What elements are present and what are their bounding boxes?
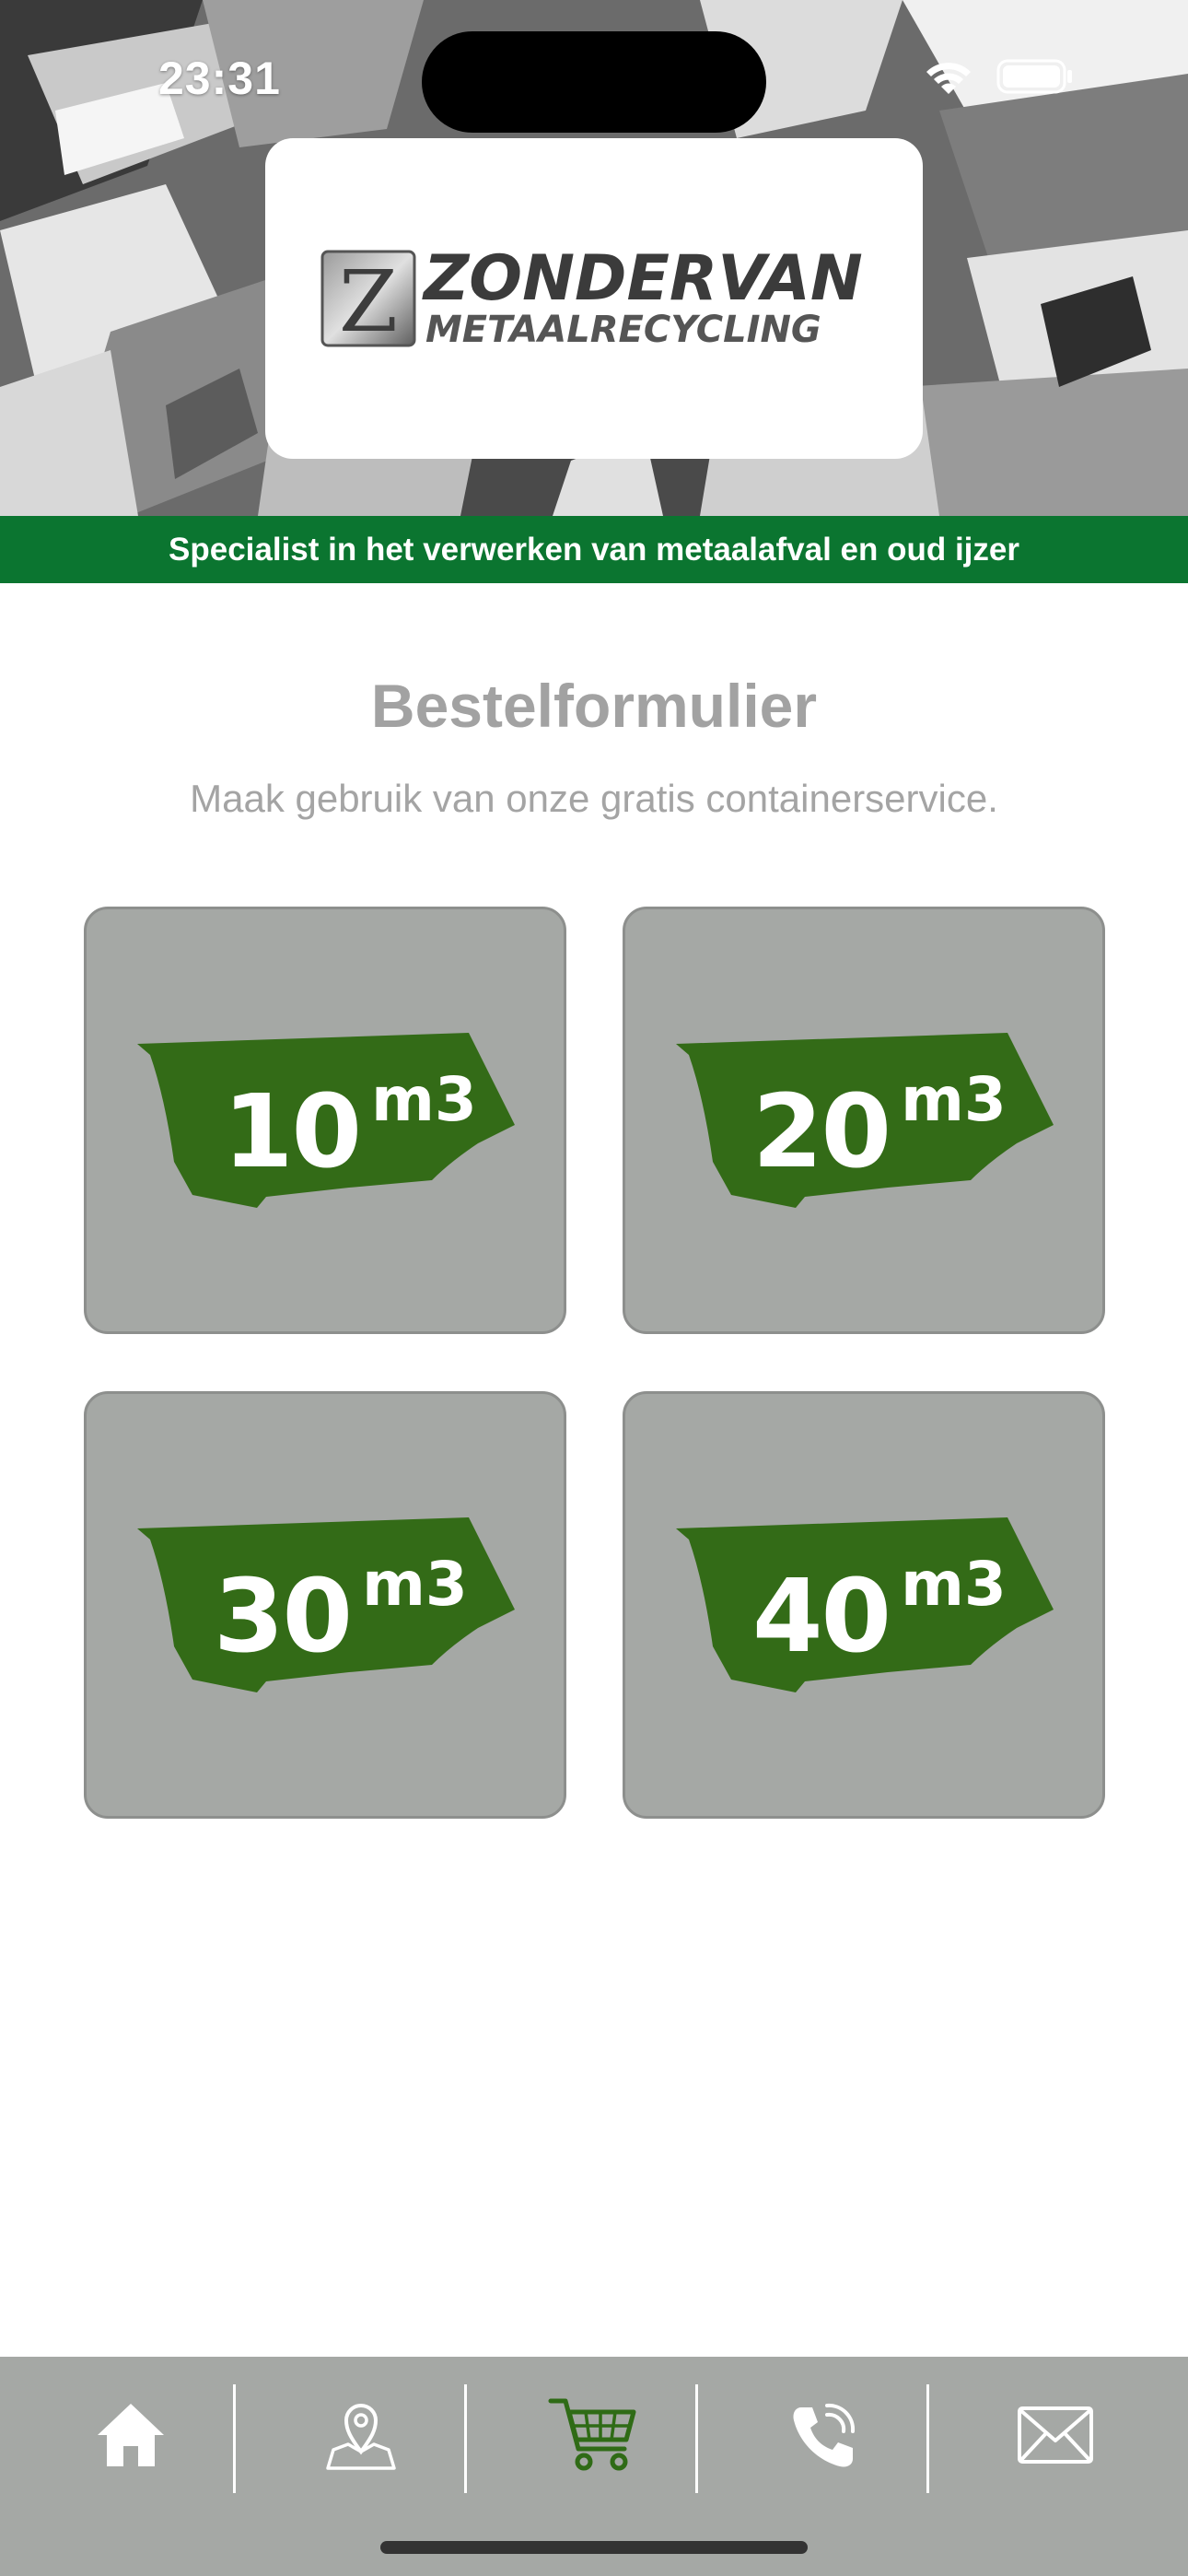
- tab-location[interactable]: [269, 2384, 453, 2486]
- container-40m3-button[interactable]: 40 m3: [623, 1391, 1105, 1819]
- tab-divider: [233, 2384, 236, 2493]
- container-30m3-button[interactable]: 30 m3: [84, 1391, 566, 1819]
- tab-order[interactable]: [501, 2384, 685, 2486]
- battery-icon: [996, 59, 1072, 94]
- page-title: Bestelformulier: [370, 672, 818, 740]
- dynamic-island: [422, 31, 766, 133]
- container-size-label: 30 m3: [214, 1549, 468, 1675]
- shopping-cart-icon: [548, 2398, 636, 2471]
- svg-text:METAALRECYCLING: METAALRECYCLING: [425, 309, 821, 351]
- home-icon: [98, 2404, 164, 2466]
- container-size-label: 20 m3: [752, 1064, 1007, 1190]
- tab-home[interactable]: [39, 2384, 223, 2486]
- tab-divider: [464, 2384, 467, 2493]
- tagline-banner: Specialist in het verwerken van metaalaf…: [0, 516, 1188, 583]
- tab-phone[interactable]: [731, 2384, 915, 2486]
- status-time: 23:31: [158, 53, 281, 104]
- svg-text:ZONDERVAN: ZONDERVAN: [422, 244, 863, 315]
- tab-divider: [695, 2384, 698, 2493]
- phone-icon: [793, 2403, 856, 2467]
- tab-mail[interactable]: [963, 2384, 1147, 2486]
- logo-card: Z ZONDERVAN METAALRECYCLING: [265, 138, 923, 459]
- container-10m3-button[interactable]: 10 m3: [84, 907, 566, 1334]
- wifi-battery-icons: [926, 59, 1072, 94]
- container-size-label: 10 m3: [223, 1064, 477, 1190]
- header-hero: 23:31 Z ZONDERVAN METAALRECYCLING: [0, 0, 1188, 516]
- zondervan-logo: Z ZONDERVAN METAALRECYCLING: [320, 244, 863, 351]
- status-icons: [921, 53, 1077, 104]
- map-pin-icon: [326, 2404, 396, 2470]
- wifi-icon: [926, 63, 971, 94]
- container-20m3-button[interactable]: 20 m3: [623, 907, 1105, 1334]
- svg-text:Z: Z: [339, 252, 398, 351]
- home-indicator: [380, 2541, 808, 2554]
- mail-icon: [1018, 2406, 1093, 2464]
- tab-divider: [926, 2384, 929, 2493]
- container-size-label: 40 m3: [752, 1549, 1007, 1675]
- page-subtitle: Maak gebruik van onze gratis containerse…: [190, 777, 998, 820]
